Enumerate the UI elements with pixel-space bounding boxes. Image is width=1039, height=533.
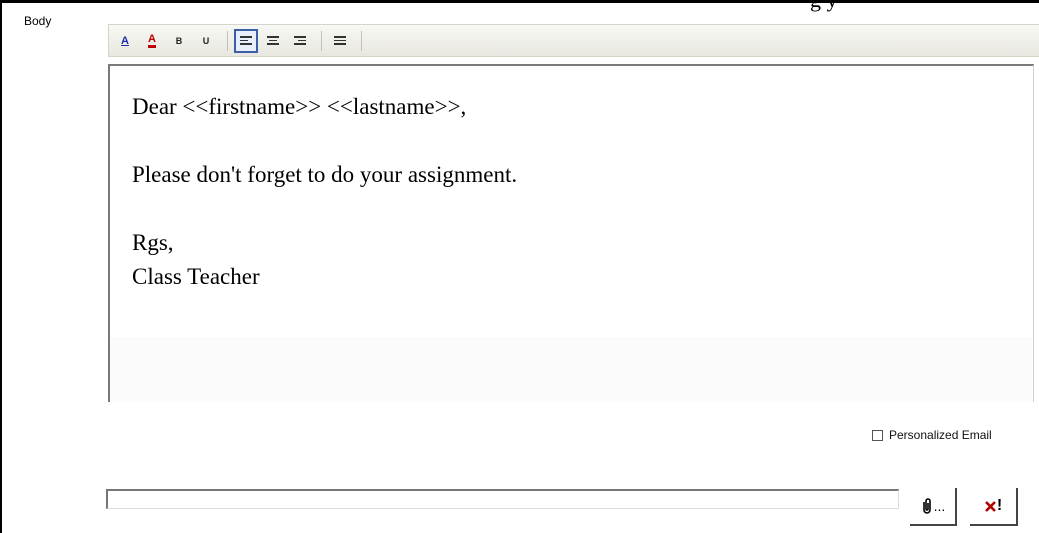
editor-line: Class Teacher [132,264,260,289]
body-editor-text: Dear <<firstname>> <<lastname>>, Please … [132,90,517,294]
remove-icon [984,500,996,512]
toolbar-separator [321,30,322,51]
body-editor-lower-area [110,337,1032,402]
align-left-button[interactable] [234,28,258,53]
remove-attachment-button[interactable]: ! [970,488,1018,526]
align-right-icon [294,36,306,45]
underline-button[interactable]: U [194,29,218,53]
font-color-icon: A [148,33,156,48]
attachment-input[interactable] [106,489,899,509]
formatting-toolbar: A A B U [108,24,1039,57]
underline-icon: U [202,35,210,46]
align-center-icon [267,36,279,45]
editor-line: Dear <<firstname>> <<lastname>>, [132,94,467,119]
highlight-color-button[interactable]: A [113,29,137,53]
personalized-email-label: Personalized Email [889,428,992,442]
align-right-button[interactable] [288,29,312,53]
cut-header-text: g y [810,0,838,13]
paperclip-icon [922,498,931,514]
bullet-list-button[interactable] [328,29,352,53]
left-border [0,0,2,533]
body-label: Body [24,14,52,28]
highlight-color-icon: A [121,34,129,47]
font-color-button[interactable]: A [140,29,164,53]
bold-button[interactable]: B [167,29,191,53]
toolbar-separator [227,30,228,51]
attach-button-label: ... [933,498,946,514]
editor-line: Rgs, [132,230,174,255]
personalized-email-option[interactable]: Personalized Email [872,428,992,442]
attach-file-button[interactable]: ... [910,488,957,526]
bullet-list-icon [334,36,346,45]
editor-line: Please don't forget to do your assignmen… [132,162,518,187]
align-left-icon [240,36,252,45]
top-border [0,0,1039,3]
align-center-button[interactable] [261,29,285,53]
personalized-email-checkbox[interactable] [872,429,883,441]
toolbar-separator [361,30,362,51]
bold-icon: B [175,35,183,46]
remove-button-label: ! [996,497,1003,514]
